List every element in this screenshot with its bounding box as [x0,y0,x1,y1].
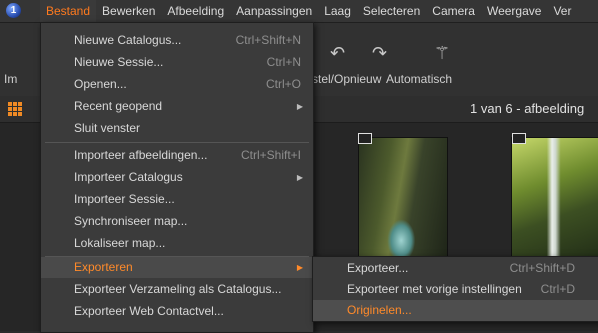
undo-redo-label[interactable]: stel/Opnieuw [312,72,381,86]
file-menu-dropdown: Nieuwe Catalogus... Ctrl+Shift+N Nieuwe … [40,22,314,333]
menu-item-sync-folder[interactable]: Synchroniseer map... [41,211,313,232]
image-count: 1 van 6 - afbeelding [470,101,585,116]
menu-bestand[interactable]: Bestand [40,0,97,22]
menu-laag[interactable]: Laag [318,0,357,22]
menu-aanpassingen[interactable]: Aanpassingen [230,0,318,22]
menu-separator [45,142,309,143]
app-logo-icon[interactable]: 1 [6,3,21,18]
menu-item-recent[interactable]: Recent geopend ▶ [41,96,313,117]
menu-weergave[interactable]: Weergave [481,0,547,22]
menu-item-open[interactable]: Openen... Ctrl+O [41,74,313,95]
menu-item-new-catalog[interactable]: Nieuwe Catalogus... Ctrl+Shift+N [41,30,313,51]
menu-item-locate-folder[interactable]: Lokaliseer map... [41,233,313,254]
menu-bewerken[interactable]: Bewerken [96,0,161,22]
submenu-arrow-icon: ▶ [296,173,303,182]
menu-selecteren[interactable]: Selecteren [357,0,426,22]
menu-item-export-web-contact[interactable]: Exporteer Web Contactvel... [41,301,313,322]
submenu-arrow-icon: ▶ [296,263,303,272]
menu-items: Bestand Bewerken Afbeelding Aanpassingen… [40,0,577,22]
variant-badge-icon [358,133,372,144]
grid-view-icon[interactable] [8,102,22,116]
submenu-item-originals[interactable]: Originelen... [313,300,598,321]
menu-bar: 1 Bestand Bewerken Afbeelding Aanpassing… [0,0,598,23]
menu-item-import-images[interactable]: Importeer afbeeldingen... Ctrl+Shift+I [41,145,313,166]
menu-item-import-session[interactable]: Importeer Sessie... [41,189,313,210]
thumbnail-waterfall-2[interactable] [511,137,598,267]
menu-afbeelding[interactable]: Afbeelding [161,0,230,22]
auto-adjust-label[interactable]: Automatisch [386,72,452,86]
menu-item-close-window[interactable]: Sluit venster [41,118,313,139]
menu-item-export-collection[interactable]: Exporteer Verzameling als Catalogus... [41,279,313,300]
menu-item-new-session[interactable]: Nieuwe Sessie... Ctrl+N [41,52,313,73]
submenu-arrow-icon: ▶ [296,102,303,111]
menu-camera[interactable]: Camera [426,0,481,22]
menu-item-export[interactable]: Exporteren ▶ [41,257,313,278]
magic-wand-icon[interactable]: ⚚ [434,43,450,64]
import-label[interactable]: Im [4,72,17,86]
variant-badge-icon [512,133,526,144]
undo-icon[interactable]: ↶ [330,43,345,64]
menu-venster-partial[interactable]: Ver [547,0,577,22]
redo-icon[interactable]: ↷ [372,43,387,64]
submenu-item-export-previous[interactable]: Exporteer met vorige instellingen Ctrl+D [313,279,598,300]
export-submenu: Exporteer... Ctrl+Shift+D Exporteer met … [312,256,598,322]
thumbnail-waterfall-1[interactable] [358,137,448,267]
menu-item-import-catalog[interactable]: Importeer Catalogus ▶ [41,167,313,188]
submenu-item-export[interactable]: Exporteer... Ctrl+Shift+D [313,258,598,279]
